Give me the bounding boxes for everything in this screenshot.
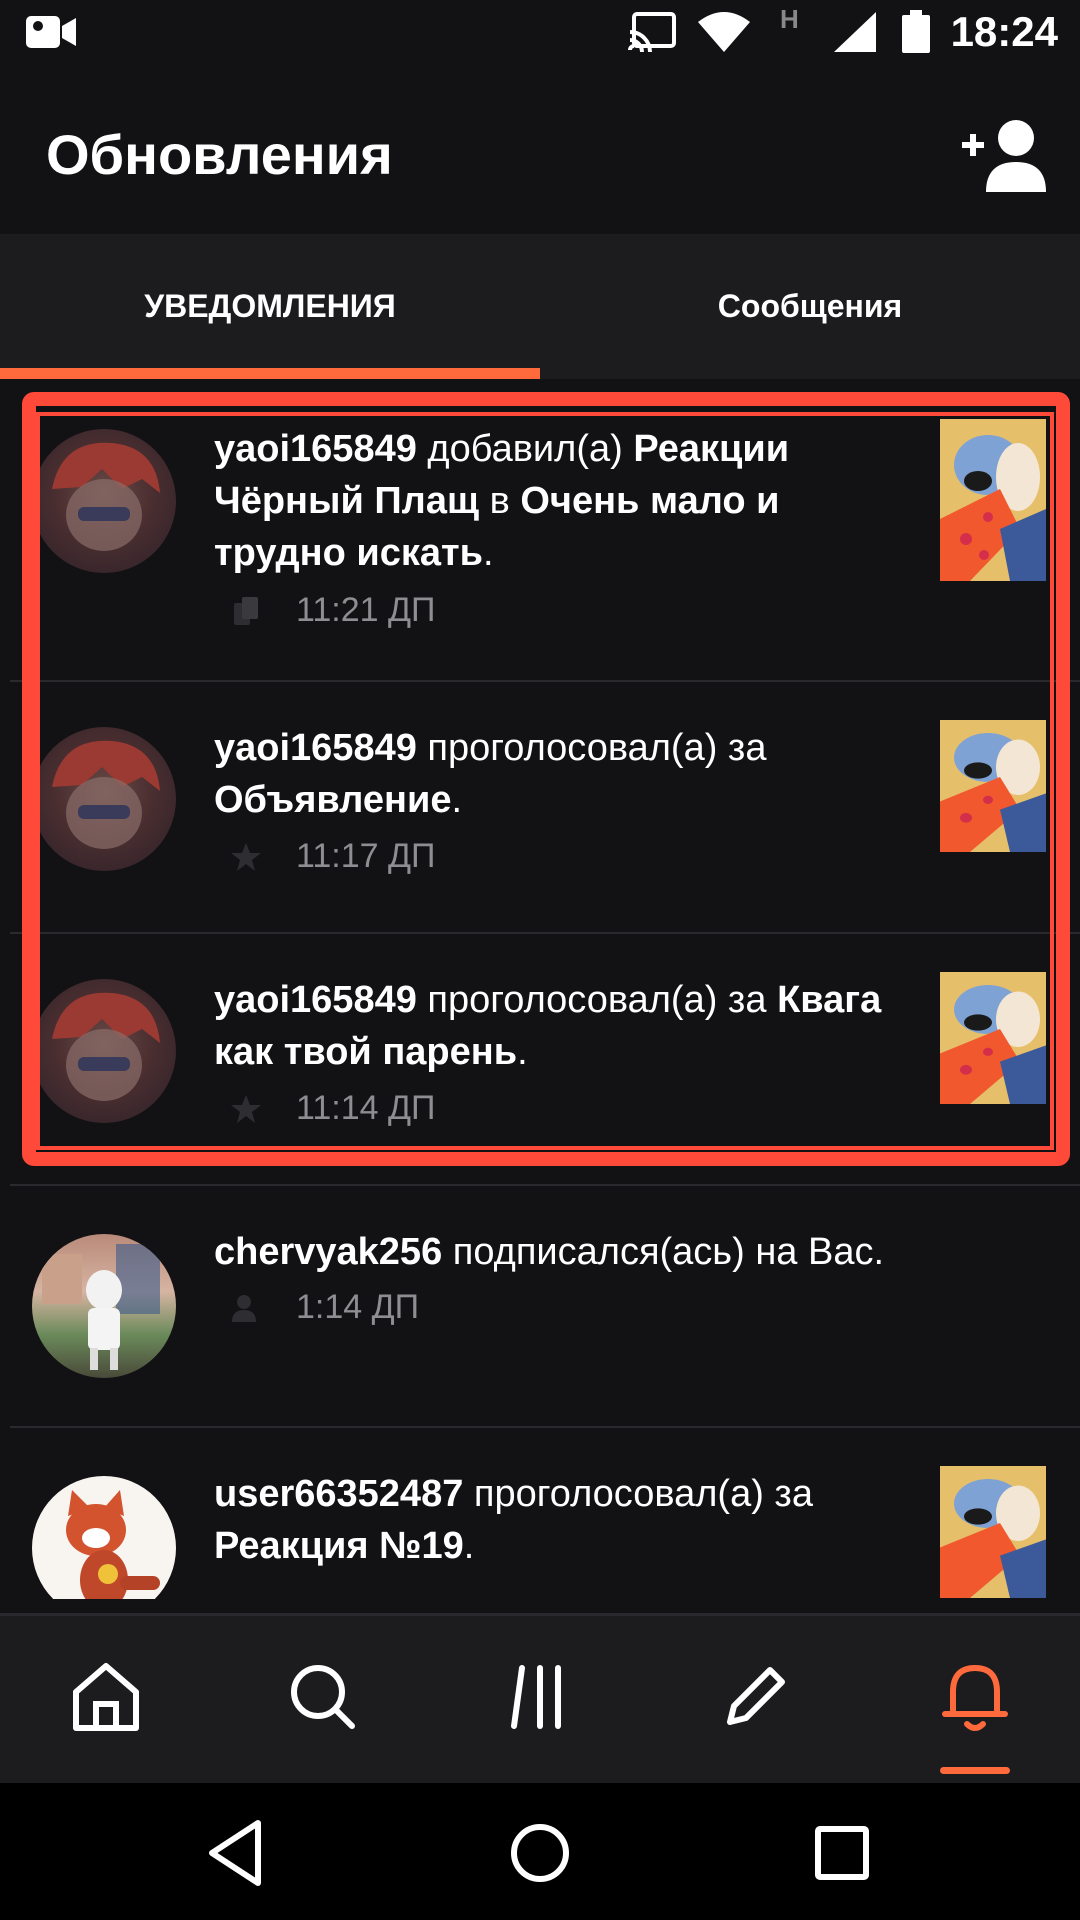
- home-icon[interactable]: [66, 1656, 146, 1736]
- system-navigation-bar: [0, 1783, 1080, 1920]
- notification-meta: 1:14 ДП: [230, 1288, 419, 1327]
- notification-text: user66352487 проголосовал(а) за Реакция …: [214, 1473, 813, 1567]
- timestamp: 11:17 ДП: [296, 837, 436, 875]
- username[interactable]: user66352487: [214, 1473, 463, 1515]
- notification-meta: 11:21 ДП: [230, 591, 435, 630]
- battery-icon: [902, 10, 930, 53]
- tab-notifications[interactable]: УВЕДОМЛЕНИЯ: [0, 234, 540, 379]
- avatar[interactable]: [32, 1476, 176, 1599]
- signal-icon: [834, 12, 876, 52]
- cast-icon: [628, 12, 676, 53]
- timestamp: 11:21 ДП: [296, 591, 436, 629]
- story-link[interactable]: Объявление: [214, 779, 451, 821]
- avatar[interactable]: [32, 429, 176, 573]
- notification-meta: 11:17 ДП: [230, 837, 435, 876]
- video-camera-icon: [26, 16, 76, 48]
- reading-list-icon: [234, 596, 258, 625]
- avatar[interactable]: [32, 727, 176, 871]
- bell-icon[interactable]: [935, 1656, 1015, 1736]
- list-item[interactable]: yaoi165849 проголосовал(а) за Объявление…: [0, 682, 1080, 932]
- status-bar: H 18:24: [0, 0, 1080, 64]
- active-tab-indicator: [0, 368, 540, 379]
- search-icon[interactable]: [282, 1656, 362, 1736]
- pencil-icon[interactable]: [716, 1656, 796, 1736]
- story-cover[interactable]: [940, 720, 1046, 852]
- timestamp: 1:14 ДП: [296, 1288, 420, 1326]
- username[interactable]: yaoi165849: [214, 428, 417, 470]
- bottom-navigation: [0, 1613, 1080, 1786]
- story-link[interactable]: Реакция №19: [214, 1525, 464, 1567]
- story-cover[interactable]: [940, 419, 1046, 581]
- username[interactable]: chervyak256: [214, 1231, 442, 1273]
- notification-text: yaoi165849 проголосовал(а) за Объявление…: [214, 727, 767, 821]
- notification-text: chervyak256 подписался(ась) на Вас.: [214, 1231, 885, 1273]
- network-type-label: H: [780, 4, 799, 34]
- home-circle-icon[interactable]: [500, 1813, 580, 1893]
- clock: 18:24: [950, 8, 1058, 55]
- back-icon[interactable]: [200, 1813, 280, 1893]
- list-item[interactable]: yaoi165849 добавил(а) Реакции Чёрный Пла…: [0, 379, 1080, 679]
- star-icon: [231, 1094, 261, 1123]
- app-bar: Обновления: [0, 64, 1080, 234]
- timestamp: 11:14 ДП: [296, 1089, 436, 1127]
- username[interactable]: yaoi165849: [214, 979, 417, 1021]
- notification-list[interactable]: yaoi165849 добавил(а) Реакции Чёрный Пла…: [0, 379, 1080, 1599]
- list-item[interactable]: user66352487 проголосовал(а) за Реакция …: [0, 1428, 1080, 1599]
- list-item[interactable]: yaoi165849 проголосовал(а) за Квага как …: [0, 934, 1080, 1184]
- follow-icon: [232, 1294, 256, 1322]
- library-icon[interactable]: [500, 1656, 580, 1736]
- notification-text: yaoi165849 добавил(а) Реакции Чёрный Пла…: [214, 428, 790, 574]
- page-title: Обновления: [46, 123, 393, 186]
- star-icon: [231, 842, 261, 871]
- username[interactable]: yaoi165849: [214, 727, 417, 769]
- active-nav-indicator: [940, 1767, 1010, 1774]
- story-cover[interactable]: [940, 972, 1046, 1104]
- notification-meta: 11:14 ДП: [230, 1089, 435, 1128]
- recents-icon[interactable]: [802, 1813, 882, 1893]
- list-item[interactable]: chervyak256 подписался(ась) на Вас. 1:14…: [0, 1186, 1080, 1426]
- tab-bar: УВЕДОМЛЕНИЯ Сообщения: [0, 234, 1080, 379]
- tab-messages[interactable]: Сообщения: [540, 234, 1080, 379]
- story-cover[interactable]: [940, 1466, 1046, 1598]
- wifi-icon: [698, 12, 750, 52]
- notification-text: yaoi165849 проголосовал(а) за Квага как …: [214, 979, 882, 1073]
- avatar[interactable]: [32, 979, 176, 1123]
- avatar[interactable]: [32, 1234, 176, 1378]
- add-person-icon[interactable]: [960, 116, 1050, 196]
